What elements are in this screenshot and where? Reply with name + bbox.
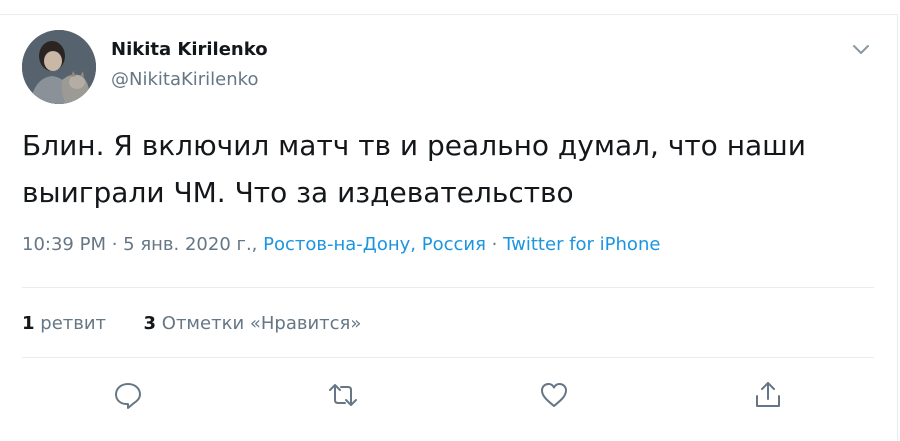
tweet-text-line: Блин. Я включил матч тв и реально думал,… — [22, 129, 806, 162]
divider — [22, 357, 874, 358]
likes-count: 3 — [143, 313, 157, 334]
chevron-down-icon[interactable] — [850, 38, 872, 60]
retweet-icon[interactable] — [327, 379, 359, 411]
tweet-stats: 1 ретвит 3 Отметки «Нравится» — [22, 313, 361, 334]
divider — [22, 287, 874, 288]
likes-stat[interactable]: 3 Отметки «Нравится» — [144, 313, 362, 334]
retweets-label: ретвит — [40, 313, 107, 334]
source-link[interactable]: Twitter for iPhone — [503, 234, 660, 255]
user-handle[interactable]: @NikitaKirilenko — [111, 69, 258, 90]
user-display-name[interactable]: Nikita Kirilenko — [111, 39, 268, 60]
avatar-photo — [22, 30, 96, 104]
tweet-text-line: выиграли ЧМ. Что за издевательство — [22, 176, 574, 209]
meta-separator: · — [491, 234, 498, 255]
reply-icon[interactable] — [112, 379, 144, 411]
avatar[interactable] — [22, 30, 96, 104]
retweets-count: 1 — [22, 313, 35, 334]
location-link[interactable]: Ростов-на-Дону, Россия — [263, 234, 486, 255]
likes-label: Отметки «Нравится» — [161, 313, 362, 334]
timestamp[interactable]: 10:39 PM · 5 янв. 2020 г., — [22, 234, 257, 255]
tweet-meta: 10:39 PM · 5 янв. 2020 г., Ростов-на-Дон… — [22, 234, 660, 255]
heart-icon[interactable] — [538, 379, 570, 411]
share-icon[interactable] — [752, 379, 784, 411]
retweets-stat[interactable]: 1 ретвит — [22, 313, 112, 334]
tweet-text: Блин. Я включил матч тв и реально думал,… — [22, 122, 872, 216]
